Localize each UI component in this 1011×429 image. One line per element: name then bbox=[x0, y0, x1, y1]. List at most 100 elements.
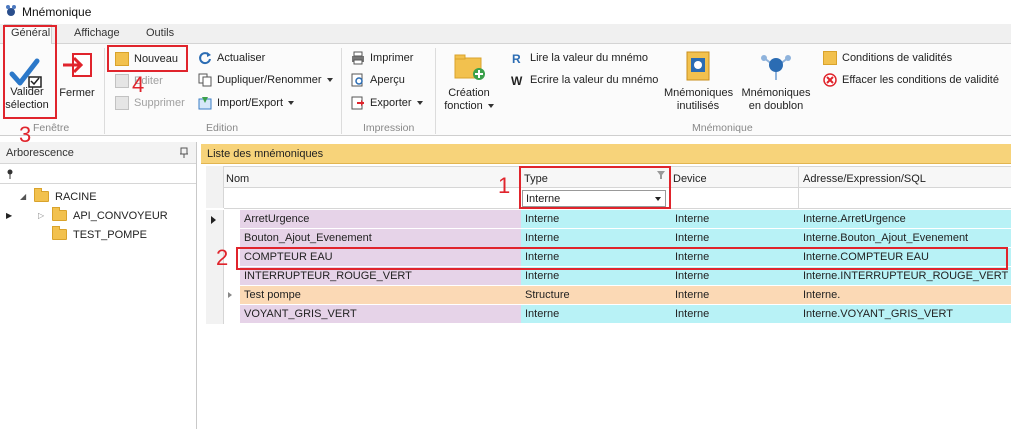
annotation-box-4 bbox=[107, 45, 188, 72]
row-indicator[interactable] bbox=[206, 210, 224, 229]
lire-valeur-button[interactable]: R Lire la valeur du mnémo bbox=[511, 48, 648, 68]
creation-fonction-button[interactable] bbox=[453, 52, 487, 82]
row-header-corner bbox=[206, 166, 224, 208]
tree-item-label: API_CONVOYEUR bbox=[73, 209, 168, 222]
table-row[interactable]: Test pompe Structure Interne Interne. bbox=[206, 286, 1011, 305]
inutilises-line2: inutilisés bbox=[676, 100, 720, 112]
app-icon bbox=[6, 5, 16, 16]
unused-icon bbox=[686, 51, 710, 81]
effacer-label: Effacer les conditions de validité bbox=[842, 74, 999, 86]
cell-device[interactable]: Interne bbox=[671, 286, 799, 305]
actualiser-button[interactable]: Actualiser bbox=[198, 48, 265, 68]
cell-type[interactable]: Interne bbox=[521, 210, 671, 229]
doublon-line2: en doublon bbox=[748, 100, 804, 112]
folder-icon bbox=[34, 188, 49, 202]
supprimer-button[interactable]: Supprimer bbox=[115, 93, 185, 113]
mnemoniques-doublon-label: Mnémoniques en doublon bbox=[741, 87, 811, 113]
cell-adresse[interactable]: Interne. bbox=[799, 286, 1011, 305]
expand-icon[interactable]: ▷ bbox=[38, 211, 52, 220]
cell-nom[interactable]: Test pompe bbox=[240, 286, 521, 305]
cell-device[interactable]: Interne bbox=[671, 229, 799, 248]
tree-item-label: TEST_POMPE bbox=[73, 228, 147, 241]
annotation-box-1 bbox=[519, 166, 671, 209]
cell-type[interactable]: Interne bbox=[521, 229, 671, 248]
cell-type[interactable]: Interne bbox=[521, 305, 671, 324]
dupliquer-label: Dupliquer/Renommer bbox=[217, 74, 322, 86]
cell-adresse[interactable]: Interne.ArretUrgence bbox=[799, 210, 1011, 229]
arborescence-panel: Arborescence ◢ RACINE ▶ ▷ API_CONVOYEUR … bbox=[0, 142, 197, 429]
folder-icon bbox=[52, 226, 67, 240]
tree-item-label: RACINE bbox=[55, 190, 97, 203]
cell-nom[interactable]: VOYANT_GRIS_VERT bbox=[240, 305, 521, 324]
conditions-validites-button[interactable]: Conditions de validités bbox=[823, 48, 952, 68]
cell-nom[interactable]: ArretUrgence bbox=[240, 210, 521, 229]
conditions-label: Conditions de validités bbox=[842, 52, 953, 64]
cell-adresse[interactable]: Interne.Bouton_Ajout_Evenement bbox=[799, 229, 1011, 248]
tree-filter-row[interactable] bbox=[0, 164, 196, 184]
current-row-icon bbox=[211, 216, 216, 224]
ecrire-valeur-button[interactable]: W Ecrire la valeur du mnémo bbox=[511, 70, 658, 90]
table-row[interactable]: Bouton_Ajout_Evenement Interne Interne Inte… bbox=[206, 229, 1011, 248]
effacer-conditions-button[interactable]: Effacer les conditions de validité bbox=[823, 70, 999, 90]
fermer-button[interactable] bbox=[61, 52, 93, 78]
tab-outils[interactable]: Outils bbox=[146, 27, 174, 39]
svg-text:R: R bbox=[512, 52, 521, 65]
tab-affichage[interactable]: Affichage bbox=[74, 27, 120, 39]
exporter-button[interactable]: Exporter bbox=[351, 93, 423, 113]
collapse-icon[interactable]: ◢ bbox=[20, 192, 34, 201]
tree-item-racine[interactable]: ◢ RACINE bbox=[0, 187, 196, 206]
separator bbox=[435, 48, 436, 134]
table-row[interactable]: ArretUrgence Interne Interne Interne.ArretU… bbox=[206, 210, 1011, 229]
mnemoniques-inutilises-button[interactable] bbox=[683, 50, 713, 82]
write-value-icon: W bbox=[511, 74, 523, 87]
annotation-number-1: 1 bbox=[498, 173, 511, 198]
apercu-button[interactable]: Aperçu bbox=[351, 70, 405, 90]
cell-device[interactable]: Interne bbox=[671, 305, 799, 324]
liste-title: Liste des mnémoniques bbox=[207, 148, 324, 160]
imprimer-button[interactable]: Imprimer bbox=[351, 48, 413, 68]
preview-icon bbox=[351, 73, 363, 87]
mnemoniques-inutilises-label: Mnémoniques inutilisés bbox=[664, 87, 734, 113]
title-bar: Mnémonique bbox=[0, 0, 1011, 24]
export-icon bbox=[351, 96, 364, 110]
tree-item-test-pompe[interactable]: TEST_POMPE bbox=[0, 225, 196, 244]
group-edition: Edition bbox=[206, 122, 239, 134]
inutilises-line1: Mnémoniques bbox=[664, 87, 734, 99]
annotation-box-3 bbox=[3, 25, 57, 119]
pin-icon[interactable] bbox=[179, 147, 189, 159]
creation-line1: Création bbox=[448, 87, 490, 99]
actualiser-label: Actualiser bbox=[217, 52, 266, 64]
dupliquer-renommer-button[interactable]: Dupliquer/Renommer bbox=[198, 70, 333, 90]
cell-type[interactable]: Structure bbox=[521, 286, 671, 305]
annotation-number-3: 3 bbox=[19, 122, 32, 147]
read-value-icon: R bbox=[512, 52, 521, 65]
mnemoniques-doublon-button[interactable] bbox=[760, 52, 792, 82]
group-impression: Impression bbox=[363, 122, 415, 134]
row-indicator[interactable] bbox=[206, 305, 224, 324]
folder-add-icon bbox=[454, 54, 485, 80]
annotation-box-2 bbox=[236, 247, 1008, 270]
annotation-number-4: 4 bbox=[132, 72, 145, 97]
import-export-label: Import/Export bbox=[217, 97, 284, 109]
cell-adresse[interactable]: Interne.VOYANT_GRIS_VERT bbox=[799, 305, 1011, 324]
cell-nom[interactable]: Bouton_Ajout_Evenement bbox=[240, 229, 521, 248]
annotation-number-2: 2 bbox=[216, 245, 229, 270]
folder-icon bbox=[52, 207, 67, 221]
dropdown-caret bbox=[416, 101, 423, 105]
liste-header: Liste des mnémoniques bbox=[201, 144, 1011, 164]
arborescence-title: Arborescence bbox=[6, 147, 74, 159]
tree-item-api-convoyeur[interactable]: ▶ ▷ API_CONVOYEUR bbox=[0, 206, 196, 225]
exporter-label: Exporter bbox=[370, 97, 412, 109]
separator bbox=[341, 48, 342, 134]
separator bbox=[104, 48, 105, 134]
import-export-button[interactable]: Import/Export bbox=[198, 93, 295, 113]
fermer-label: Fermer bbox=[59, 87, 95, 99]
folder-icon bbox=[823, 51, 837, 65]
cell-device[interactable]: Interne bbox=[671, 210, 799, 229]
expand-icon[interactable] bbox=[228, 292, 232, 298]
table-row[interactable]: VOYANT_GRIS_VERT Interne Interne Interne.VO… bbox=[206, 305, 1011, 324]
import-export-icon bbox=[198, 97, 212, 110]
imprimer-label: Imprimer bbox=[370, 52, 414, 64]
row-indicator-icon: ▶ bbox=[6, 211, 13, 220]
row-indicator[interactable] bbox=[206, 286, 224, 305]
